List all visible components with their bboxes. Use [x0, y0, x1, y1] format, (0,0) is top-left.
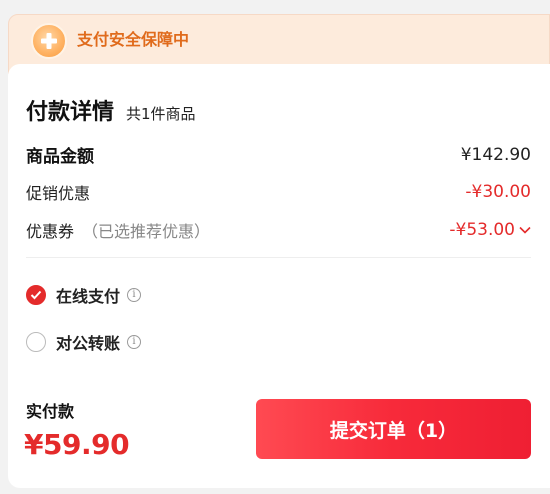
total-amount: ¥59.90: [24, 428, 130, 461]
coupon-row[interactable]: 优惠券 （已选推荐优惠） -¥53.00: [26, 218, 531, 242]
info-icon[interactable]: i: [127, 335, 142, 349]
item-count: 共1件商品: [126, 105, 196, 123]
coupon-label: 优惠券: [26, 222, 75, 241]
goods-amount-row: 商品金额 ¥142.90: [26, 142, 531, 168]
coupon-label-group: 优惠券 （已选推荐优惠）: [26, 218, 210, 242]
coupon-value: -¥53.00: [449, 220, 515, 240]
shield-plus-icon: [31, 23, 67, 59]
payment-details-card: 付款详情 共1件商品 商品金额 ¥142.90 促销优惠 -¥30.00 优惠券…: [8, 64, 550, 488]
total-label: 实付款: [26, 402, 75, 421]
security-banner-text: 支付安全保障中: [77, 30, 190, 49]
coupon-hint: （已选推荐优惠）: [82, 222, 211, 241]
promotion-value: -¥30.00: [465, 182, 531, 202]
info-icon[interactable]: i: [127, 288, 142, 302]
radio-circle-icon[interactable]: [26, 332, 46, 352]
payment-option-online-label: 在线支付: [56, 287, 121, 306]
promotion-row: 促销优惠 -¥30.00: [26, 180, 531, 204]
check-circle-icon[interactable]: [26, 285, 46, 305]
payment-option-transfer-label: 对公转账: [56, 334, 121, 353]
goods-amount-label: 商品金额: [26, 147, 94, 167]
coupon-selector[interactable]: -¥53.00: [449, 220, 531, 240]
promotion-label: 促销优惠: [26, 184, 91, 203]
page-title: 付款详情: [26, 100, 115, 125]
submit-order-button[interactable]: 提交订单（1）: [256, 399, 531, 459]
chevron-down-icon: [519, 226, 531, 234]
divider: [26, 257, 531, 258]
details-header: 付款详情 共1件商品: [26, 94, 196, 126]
payment-option-online[interactable]: 在线支付 i: [26, 283, 142, 307]
goods-amount-value: ¥142.90: [460, 144, 531, 165]
payment-option-transfer[interactable]: 对公转账 i: [26, 330, 142, 354]
